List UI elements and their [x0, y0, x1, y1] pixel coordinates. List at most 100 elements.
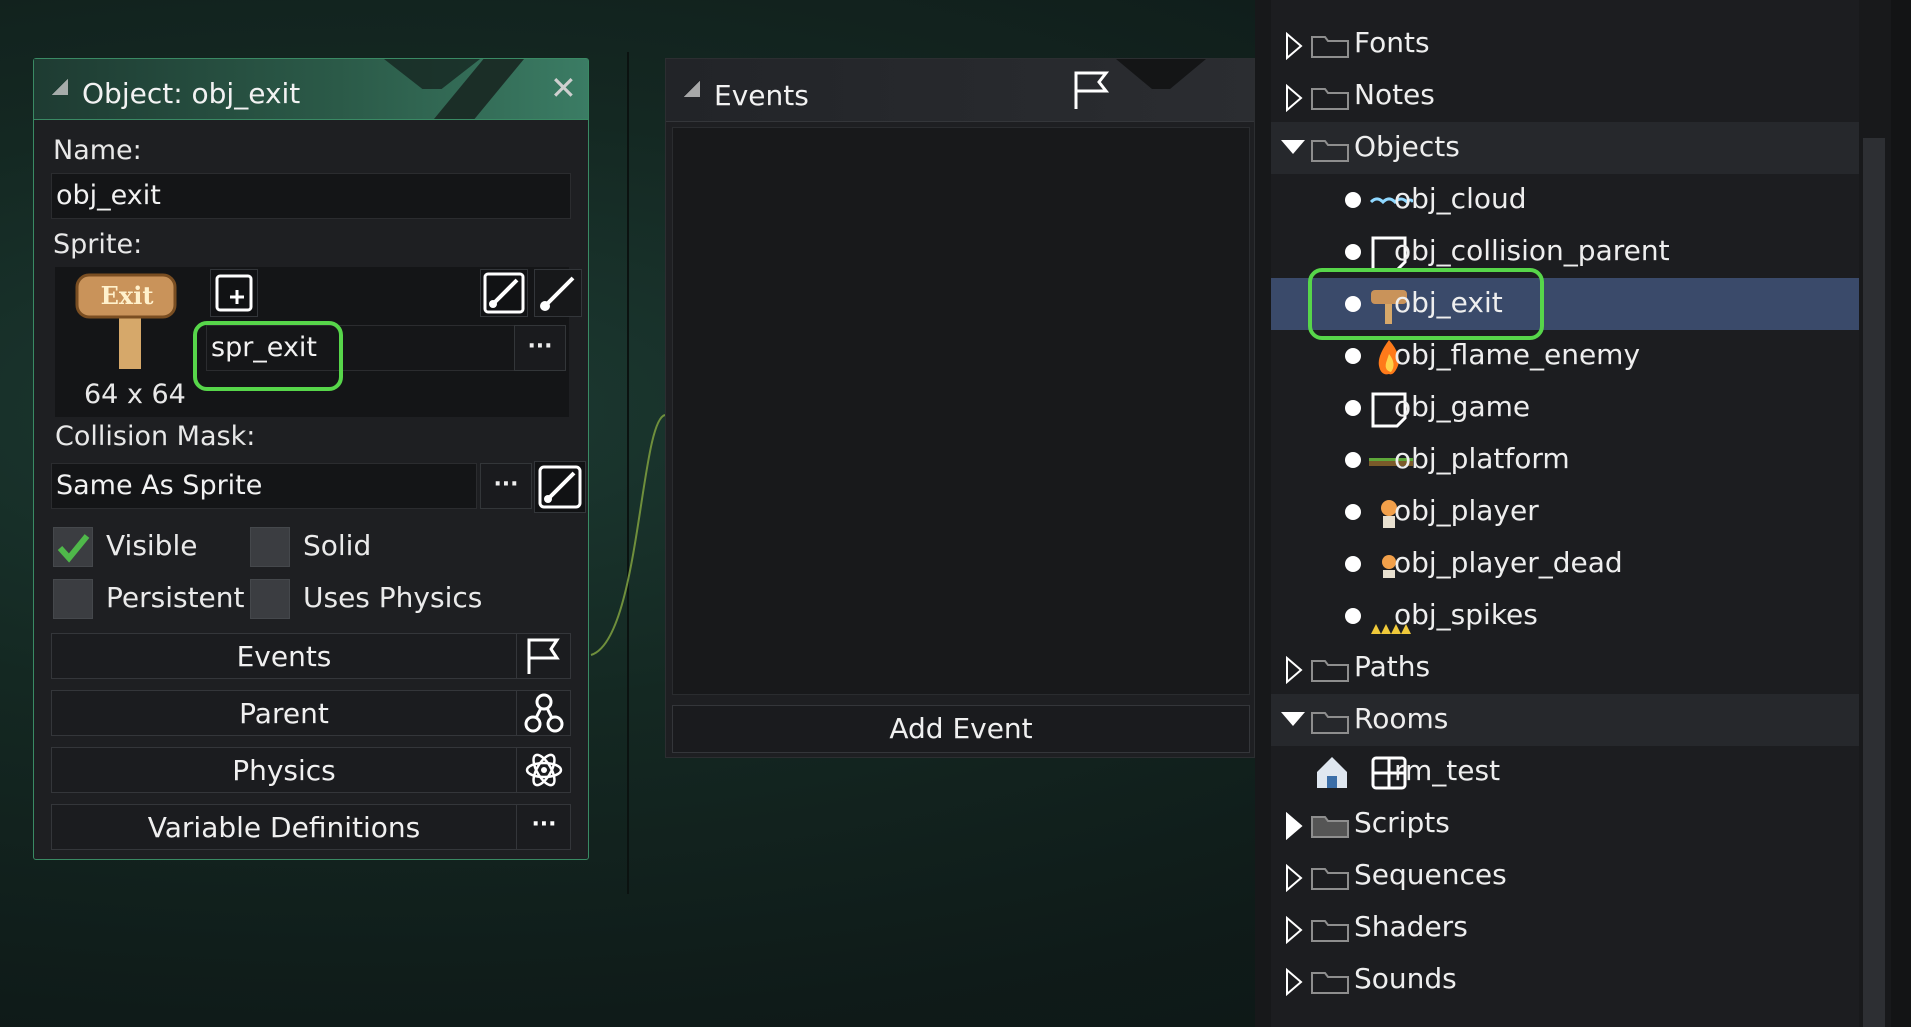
collision-mask-label: Collision Mask:: [55, 421, 256, 452]
resize-grip-icon[interactable]: [52, 79, 68, 95]
physics-button[interactable]: Physics: [51, 747, 571, 793]
folder-label: Fonts: [1354, 26, 1430, 59]
edit-sprite-button[interactable]: [480, 269, 528, 317]
name-label: Name:: [53, 135, 142, 166]
folder-label: Objects: [1354, 130, 1460, 163]
events-button-label: Events: [236, 640, 332, 673]
add-event-button[interactable]: Add Event: [672, 705, 1250, 753]
collapse-right-arrow-icon[interactable]: [1283, 655, 1305, 688]
titlebar-notch-decoration: [1116, 59, 1206, 89]
folder-label: Paths: [1354, 650, 1431, 683]
parent-button[interactable]: Parent: [51, 690, 571, 736]
new-sprite-button[interactable]: [210, 269, 258, 317]
collision-mask-field[interactable]: Same As Sprite: [51, 463, 477, 509]
folder-icon: [1311, 658, 1349, 682]
asset-browser: Fonts Notes Objects obj_cloud obj_collision_…: [1255, 0, 1911, 1027]
folder-row-sequences[interactable]: Sequences: [1271, 850, 1859, 902]
events-button[interactable]: Events: [51, 633, 571, 679]
collision-mask-browse-button[interactable]: ···: [480, 463, 532, 509]
expand-down-arrow-icon[interactable]: [1279, 708, 1307, 736]
dock-edge: [1891, 0, 1911, 1027]
folder-row-sounds[interactable]: Sounds: [1271, 954, 1859, 1006]
asset-label: obj_platform: [1394, 442, 1570, 475]
sprite-thumb-text: Exit: [100, 281, 154, 310]
folder-icon: [1311, 814, 1349, 838]
events-list[interactable]: [672, 127, 1250, 695]
collapse-right-arrow-icon[interactable]: [1283, 83, 1305, 116]
bullet-dot-icon: [1345, 608, 1361, 624]
events-window-titlebar[interactable]: Events: [666, 59, 1254, 122]
asset-label: obj_cloud: [1394, 182, 1527, 215]
expand-down-arrow-icon[interactable]: [1279, 136, 1307, 164]
asset-row-obj-cloud[interactable]: obj_cloud: [1271, 174, 1859, 226]
folder-icon: [1311, 34, 1349, 58]
asset-row-obj-platform[interactable]: obj_platform: [1271, 434, 1859, 486]
folder-row-scripts[interactable]: Scripts: [1271, 798, 1859, 850]
object-window-title: Object: obj_exit: [82, 77, 301, 110]
object-name-field[interactable]: obj_exit: [51, 173, 571, 219]
asset-row-rm-test[interactable]: rm_test: [1271, 746, 1859, 798]
collapse-right-arrow-icon[interactable]: [1283, 967, 1305, 1000]
asset-row-obj-player-dead[interactable]: obj_player_dead: [1271, 538, 1859, 590]
bullet-dot-icon: [1345, 348, 1361, 364]
uses-physics-checkbox[interactable]: [250, 579, 290, 619]
physics-atom-icon: [516, 748, 571, 792]
variable-definitions-button[interactable]: Variable Definitions ···: [51, 804, 571, 850]
folder-row-paths[interactable]: Paths: [1271, 642, 1859, 694]
paint-sprite-button[interactable]: [534, 269, 582, 317]
asset-label: rm_test: [1394, 754, 1501, 787]
physics-button-label: Physics: [232, 754, 336, 787]
asset-label: obj_collision_parent: [1394, 234, 1670, 267]
folder-row-notes[interactable]: Notes: [1271, 70, 1859, 122]
add-sprite-icon: [215, 274, 253, 312]
folder-icon: [1311, 970, 1349, 994]
sprite-preview[interactable]: Exit: [75, 269, 179, 369]
folder-label: Notes: [1354, 78, 1435, 111]
more-dots-icon: ···: [516, 805, 571, 849]
solid-label: Solid: [303, 529, 372, 562]
flag-icon: [1074, 71, 1110, 109]
folder-row-fonts[interactable]: Fonts: [1271, 18, 1859, 70]
folder-label: Sounds: [1354, 962, 1457, 995]
resize-grip-icon[interactable]: [684, 81, 700, 97]
asset-row-obj-player[interactable]: obj_player: [1271, 486, 1859, 538]
close-icon[interactable]: ✕: [550, 69, 577, 107]
asset-label: obj_player: [1394, 494, 1539, 527]
collapse-right-arrow-icon[interactable]: [1283, 863, 1305, 896]
bullet-dot-icon: [1345, 400, 1361, 416]
collapse-right-arrow-icon[interactable]: [1283, 31, 1305, 64]
parent-button-label: Parent: [239, 697, 329, 730]
collapse-right-arrow-icon[interactable]: [1283, 915, 1305, 948]
bullet-dot-icon: [1345, 556, 1361, 572]
asset-label: obj_player_dead: [1394, 546, 1623, 579]
asset-row-obj-spikes[interactable]: obj_spikes: [1271, 590, 1859, 642]
variable-definitions-label: Variable Definitions: [147, 811, 421, 844]
persistent-label: Persistent: [106, 581, 245, 614]
edit-collision-mask-button[interactable]: [534, 461, 586, 513]
folder-row-shaders[interactable]: Shaders: [1271, 902, 1859, 954]
asset-row-obj-game[interactable]: obj_game: [1271, 382, 1859, 434]
brush-icon: [540, 276, 575, 311]
object-window-titlebar[interactable]: Object: obj_exit ✕: [34, 59, 588, 120]
folder-row-rooms[interactable]: Rooms: [1271, 694, 1859, 746]
bullet-dot-icon: [1345, 452, 1361, 468]
visible-checkbox[interactable]: [53, 527, 93, 567]
sprite-browse-button[interactable]: ···: [514, 325, 566, 371]
folder-icon: [1311, 138, 1349, 162]
solid-checkbox[interactable]: [250, 527, 290, 567]
sprite-size: 64 x 64: [84, 379, 186, 410]
visible-label: Visible: [106, 529, 198, 562]
bullet-dot-icon: [1345, 192, 1361, 208]
home-room-icon: [1315, 754, 1355, 792]
scrollbar-thumb[interactable]: [1863, 138, 1885, 1027]
edit-mask-icon: [538, 465, 582, 509]
persistent-checkbox[interactable]: [53, 579, 93, 619]
folder-icon: [1311, 86, 1349, 110]
sprite-label: Sprite:: [53, 229, 143, 260]
folder-row-objects[interactable]: Objects: [1271, 122, 1859, 174]
bullet-dot-icon: [1345, 504, 1361, 520]
collapse-right-arrow-icon[interactable]: [1283, 811, 1305, 844]
object-window: Object: obj_exit ✕ Name: obj_exit Sprite…: [33, 58, 589, 860]
uses-physics-label: Uses Physics: [303, 581, 483, 614]
hierarchy-icon: [516, 691, 571, 735]
